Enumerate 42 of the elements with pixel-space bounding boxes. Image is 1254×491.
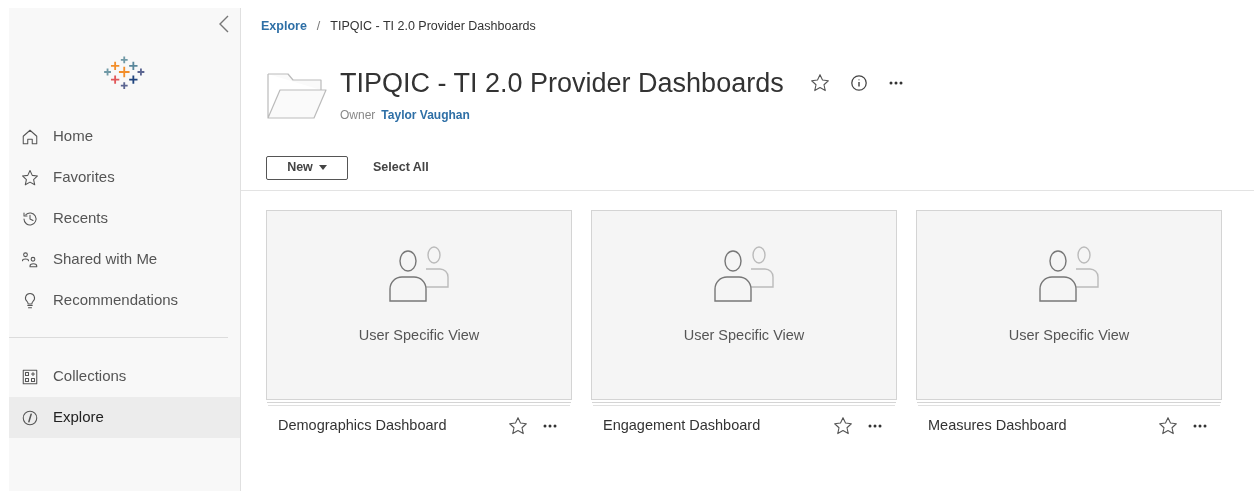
more-icon[interactable] — [887, 79, 904, 86]
view-title[interactable]: Demographics Dashboard — [278, 414, 508, 437]
users-icon — [713, 244, 775, 303]
star-icon[interactable] — [508, 415, 528, 436]
view-title[interactable]: Measures Dashboard — [928, 414, 1158, 437]
owner-link[interactable]: Taylor Vaughan — [381, 105, 470, 124]
star-icon[interactable] — [1158, 415, 1178, 436]
thumbnail-text: User Specific View — [683, 325, 805, 345]
collapse-icon[interactable] — [218, 14, 230, 34]
users-icon — [1038, 244, 1100, 303]
history-icon — [21, 209, 39, 228]
view-title[interactable]: Engagement Dashboard — [603, 414, 833, 437]
star-icon[interactable] — [809, 72, 830, 93]
collections-icon — [21, 367, 39, 386]
nav-item[interactable]: Collections — [9, 356, 240, 397]
breadcrumb-link[interactable]: Explore — [261, 17, 307, 36]
nav-item[interactable]: Recommendations — [9, 280, 240, 321]
breadcrumb-separator: / — [315, 18, 322, 35]
home-icon — [21, 127, 39, 146]
nav-item[interactable]: Favorites — [9, 157, 240, 198]
info-icon[interactable] — [849, 73, 868, 92]
thumbnail-text: User Specific View — [1008, 325, 1130, 345]
nav-item[interactable]: Home — [9, 116, 240, 157]
nav-item[interactable]: Explore — [9, 397, 240, 438]
more-icon[interactable] — [867, 422, 883, 429]
more-icon[interactable] — [1192, 422, 1208, 429]
owner-label: Owner — [340, 106, 376, 124]
folder-icon — [266, 71, 328, 120]
users-icon — [388, 244, 450, 303]
select-all-button[interactable]: Select All — [373, 158, 429, 178]
caret-icon — [318, 165, 327, 171]
new-button[interactable]: New — [266, 155, 348, 180]
nav-item[interactable]: Recents — [9, 198, 240, 239]
project-title: TIPQIC - TI 2.0 Provider Dashboards — [340, 66, 784, 100]
star-icon[interactable] — [833, 415, 853, 436]
star-icon — [21, 168, 39, 187]
people-icon — [21, 250, 39, 269]
more-icon[interactable] — [542, 422, 558, 429]
nav-item[interactable]: Shared with Me — [9, 239, 240, 280]
thumbnail-text: User Specific View — [358, 325, 480, 345]
compass-icon — [21, 408, 39, 427]
breadcrumb-current: TIPQIC - TI 2.0 Provider Dashboards — [330, 18, 536, 35]
